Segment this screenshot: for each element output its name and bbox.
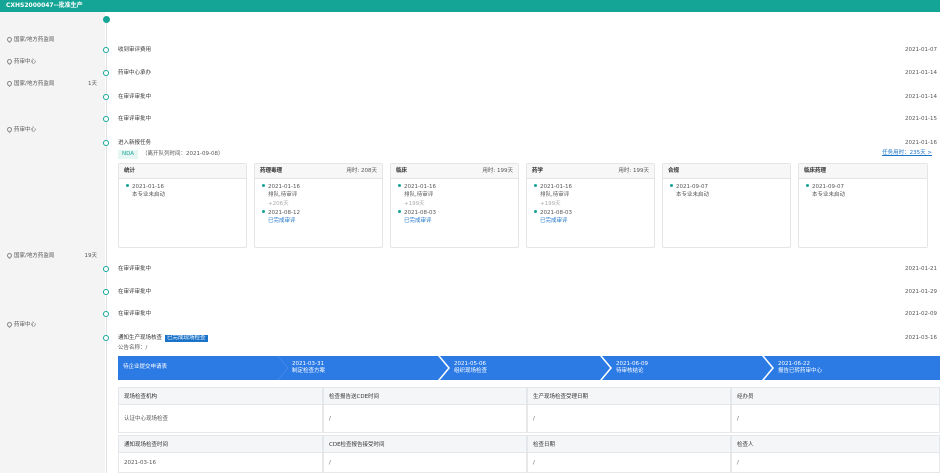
discipline-card: 统计 2021-01-16 本专业未启动: [118, 163, 247, 248]
table-cell: /: [527, 453, 731, 473]
location-pin-icon: [5, 79, 14, 88]
discipline-used-time: 用时: 208天: [346, 168, 377, 174]
timeline-dot: [103, 140, 109, 146]
task-duration-link[interactable]: 任务用时：235天 >: [882, 148, 932, 156]
timeline-axis: [106, 18, 107, 473]
timeline-date: 2021-01-07: [905, 47, 937, 53]
table-header: 生产现场检查受理日期: [527, 387, 731, 405]
table-header: 检查人: [731, 435, 940, 453]
bullet-icon: [534, 184, 537, 187]
timeline-date: 2021-01-14: [905, 70, 937, 76]
timeline-event: 收到审评费用: [118, 47, 152, 53]
table-header: CDE检查报告接受时间: [323, 435, 527, 453]
timeline-event: 药审中心承办: [118, 70, 152, 76]
timeline-event: 在审评审批中: [118, 94, 152, 100]
queue-leave-time: （离开队列时间：2021-09-08）: [142, 151, 224, 157]
timeline-dot: [103, 94, 109, 100]
table-header: 现场检查机构: [118, 387, 323, 405]
timeline-event: 通知生产现场核查 已完成现场检查: [118, 335, 208, 342]
table-header: 检查报告送CDE时间: [323, 387, 527, 405]
discipline-card: 药学 用时: 199天 2021-01-16 排队,待审评 +199天 2021-08-…: [526, 163, 655, 248]
timeline-dot: [103, 116, 109, 122]
timeline-dot: [103, 335, 109, 341]
page-title: CXHS2000047--批准生产: [6, 2, 83, 9]
bullet-icon: [398, 184, 401, 187]
process-step: 2021-03-31 制定检查方案: [278, 356, 448, 380]
bullet-icon: [398, 210, 401, 213]
discipline-title: 临床药理: [804, 168, 827, 174]
agency-label: 药审中心: [0, 320, 105, 330]
location-pin-icon: [5, 57, 14, 66]
timeline-event: 在审评审批中: [118, 289, 152, 295]
timeline-date: 2021-01-15: [905, 116, 937, 122]
discipline-title: 合规: [668, 168, 680, 174]
timeline-start-dot: [103, 16, 110, 23]
inspection-status-badge: 已完成现场检查: [165, 335, 208, 342]
discipline-card: 临床 用时: 199天 2021-01-16 排队,待审评 +199天 2021-08-…: [390, 163, 519, 248]
agency-label: 国家/地方药监局 1天: [0, 79, 105, 89]
process-step: 2021-06-09 待审核结论: [602, 356, 772, 380]
discipline-title: 药理毒理: [260, 168, 283, 174]
table-header: 经办员: [731, 387, 940, 405]
location-pin-icon: [5, 320, 14, 329]
process-step: 待企业提交申请表: [118, 356, 288, 380]
table-cell: /: [731, 405, 940, 433]
table-cell: 2021-03-16: [118, 453, 323, 473]
bullet-icon: [670, 184, 673, 187]
timeline-date: 2021-03-16: [905, 335, 937, 341]
process-step: 2021-05-06 组织现场检查: [440, 356, 610, 380]
discipline-card: 临床药理 2021-09-07 本专业未启动: [798, 163, 928, 248]
location-pin-icon: [5, 251, 14, 260]
bullet-icon: [126, 184, 129, 187]
table-cell: /: [527, 405, 731, 433]
timeline-event: 在审评审批中: [118, 311, 152, 317]
timeline-event: 在审评审批中: [118, 116, 152, 122]
timeline-dot: [103, 47, 109, 53]
timeline-date: 2021-01-16: [905, 140, 937, 146]
timeline-date: 2021-02-09: [905, 311, 937, 317]
discipline-title: 统计: [124, 168, 136, 174]
bullet-icon: [262, 210, 265, 213]
discipline-card: 合规 2021-09-07 本专业未启动: [662, 163, 791, 248]
discipline-used-time: 用时: 199天: [482, 168, 513, 174]
agency-label: 药审中心: [0, 125, 105, 135]
table-header: 检查日期: [527, 435, 731, 453]
discipline-title: 临床: [396, 168, 408, 174]
discipline-card: 药理毒理 用时: 208天 2021-01-16 排队,待审评 +206天 2021-0…: [254, 163, 383, 248]
timeline-event: 进入新报任务: [118, 140, 152, 146]
table-cell: /: [731, 453, 940, 473]
timeline-dot: [103, 70, 109, 76]
timeline-dot: [103, 266, 109, 272]
timeline-dot: [103, 311, 109, 317]
announcement-name: 公告名称：/: [118, 345, 148, 351]
discipline-title: 药学: [532, 168, 544, 174]
agency-label: 国家/地方药监局 19天: [0, 251, 105, 261]
bullet-icon: [534, 210, 537, 213]
table-cell: /: [323, 405, 527, 433]
table-cell: /: [323, 453, 527, 473]
page-header: CXHS2000047--批准生产: [0, 0, 940, 12]
timeline-date: 2021-01-29: [905, 289, 937, 295]
timeline-date: 2021-01-21: [905, 266, 937, 272]
process-step: 2021-06-22 报告已转药审中心: [764, 356, 940, 380]
timeline-event: 在审评审批中: [118, 266, 152, 272]
timeline-date: 2021-01-14: [905, 94, 937, 100]
table-header: 通知现场检查时间: [118, 435, 323, 453]
nda-tag: NDA: [118, 150, 139, 159]
table-cell: 认证中心现场检查: [118, 405, 323, 433]
discipline-used-time: 用时: 199天: [618, 168, 649, 174]
timeline-dot: [103, 289, 109, 295]
agency-label: 国家/地方药监局: [0, 35, 105, 45]
location-pin-icon: [5, 125, 14, 134]
bullet-icon: [806, 184, 809, 187]
bullet-icon: [262, 184, 265, 187]
agency-label: 药审中心: [0, 57, 105, 67]
location-pin-icon: [5, 35, 14, 44]
